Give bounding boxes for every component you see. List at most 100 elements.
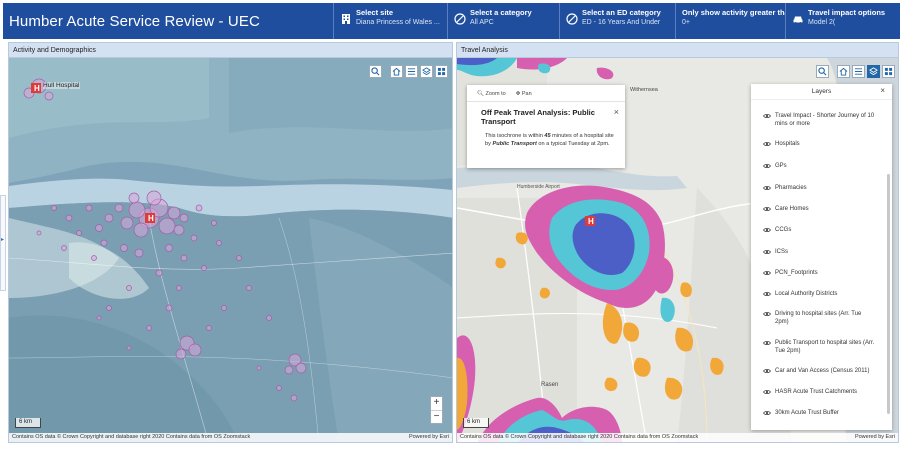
zoom-control: + − <box>430 396 443 424</box>
activity-threshold-dropdown[interactable]: Only show activity greater than 0+ <box>675 3 785 39</box>
svg-text:H: H <box>34 84 40 93</box>
layer-item[interactable]: Car and Van Access (Census 2011) <box>763 367 875 375</box>
eye-icon[interactable] <box>763 368 771 374</box>
car-icon <box>793 16 803 24</box>
eye-icon[interactable] <box>763 270 771 276</box>
eye-icon[interactable] <box>763 291 771 297</box>
select-ed-category-value: ED - 16 Years And Under <box>582 19 661 26</box>
popup-body: This isochrone is within 45 minutes of a… <box>467 126 625 148</box>
layer-item[interactable]: Driving to hospital sites (Arr. Tue 2pm) <box>763 310 875 326</box>
layer-item[interactable]: Pharmacies <box>763 184 875 192</box>
layer-item[interactable]: CCGs <box>763 226 875 234</box>
layer-item[interactable]: Local Authority Districts <box>763 290 875 298</box>
app-title: Humber Acute Service Review - UEC <box>9 12 260 30</box>
layer-label: 30km Acute Trust Buffer <box>775 410 839 416</box>
app-root: Humber Acute Service Review - UEC Select… <box>0 0 903 450</box>
eye-icon[interactable] <box>763 113 771 119</box>
layer-label: Driving to hospital sites (Arr. Tue 2pm) <box>775 311 862 325</box>
select-site-value: Diana Princess of Wales ... <box>356 19 440 26</box>
pan-label: Pan <box>521 91 532 97</box>
layer-label: GPs <box>775 163 787 169</box>
layer-item[interactable]: 30km Acute Trust Buffer <box>763 409 875 417</box>
search-icon <box>371 67 380 76</box>
map-attribution: Contains OS data © Crown Copyright and d… <box>9 433 452 442</box>
eye-icon[interactable] <box>763 340 771 346</box>
attribution-text: Contains OS data © Crown Copyright and d… <box>12 434 251 440</box>
layers-icon <box>422 67 431 76</box>
layer-item[interactable]: ICSs <box>763 248 875 256</box>
scale-bar: 6 km <box>15 418 41 428</box>
layer-item[interactable]: GPs <box>763 162 875 170</box>
basemap-button[interactable] <box>882 65 895 78</box>
layers-close-button[interactable]: × <box>880 86 885 95</box>
activity-map[interactable]: H H Hull Hospital + − 6 km Contains OS d… <box>9 58 452 442</box>
travel-analysis-panel: Travel Analysis H Withernsea Humberside … <box>456 42 899 443</box>
search-button[interactable] <box>816 65 829 78</box>
select-site-dropdown[interactable]: Select site Diana Princess of Wales ... <box>333 3 447 39</box>
map-toolbar <box>369 65 448 78</box>
select-category-dropdown[interactable]: Select a category All APC <box>447 3 559 39</box>
layer-label: Hospitals <box>775 141 800 147</box>
eye-icon[interactable] <box>763 185 771 191</box>
eye-icon[interactable] <box>763 141 771 147</box>
map-toolbar <box>816 65 895 78</box>
popup-body-text: This isochrone is within <box>485 133 545 139</box>
eye-icon[interactable] <box>763 311 771 317</box>
map-attribution: Contains OS data © Crown Copyright and d… <box>457 433 898 442</box>
category-icon <box>566 13 578 25</box>
layer-item[interactable]: Travel Impact - Shorter Journey of 10 mi… <box>763 112 875 128</box>
layer-item[interactable]: Hospitals <box>763 140 875 148</box>
map-place-label: Humberside Airport <box>517 184 560 190</box>
search-button[interactable] <box>369 65 382 78</box>
select-ed-category-dropdown[interactable]: Select an ED category ED - 16 Years And … <box>559 3 675 39</box>
feature-popup: 🔍︎ Zoom to ✥ Pan Off Peak Travel Analysi… <box>467 85 625 168</box>
layer-label: Travel Impact - Shorter Journey of 10 mi… <box>775 113 875 127</box>
layers-panel: Layers × Travel Impact - Shorter Journey… <box>751 84 892 430</box>
expand-arrow-icon[interactable]: ▸ <box>1 236 4 243</box>
map-place-label: Hull Hospital <box>43 82 80 89</box>
home-button[interactable] <box>837 65 850 78</box>
eye-icon[interactable] <box>763 249 771 255</box>
layer-label: HASR Acute Trust Catchments <box>775 389 858 395</box>
eye-icon[interactable] <box>763 163 771 169</box>
layer-item[interactable]: Care Homes <box>763 205 875 213</box>
zoom-out-button[interactable]: − <box>431 410 442 423</box>
layer-item[interactable]: Public Transport to hospital sites (Arr.… <box>763 339 875 355</box>
layers-title: Layers <box>751 84 892 100</box>
svg-text:H: H <box>148 214 154 223</box>
legend-button[interactable] <box>852 65 865 78</box>
layers-button[interactable] <box>867 65 880 78</box>
zoom-to-action[interactable]: 🔍︎ Zoom to <box>477 91 506 101</box>
eye-icon[interactable] <box>763 410 771 416</box>
basemap-button[interactable] <box>435 65 448 78</box>
travel-map[interactable]: H Withernsea Humberside Airport Rasen 🔍︎… <box>457 58 898 442</box>
select-site-label: Select site <box>356 8 394 17</box>
layer-item[interactable]: HASR Acute Trust Catchments <box>763 388 875 396</box>
travel-impact-label: Travel impact options <box>808 8 886 17</box>
collapsed-side-panel[interactable]: ▸ <box>0 195 6 291</box>
legend-button[interactable] <box>405 65 418 78</box>
popup-close-button[interactable]: × <box>614 107 619 117</box>
zoom-in-button[interactable]: + <box>431 397 442 410</box>
home-button[interactable] <box>390 65 403 78</box>
activity-threshold-value: 0+ <box>682 19 690 26</box>
layers-scrollbar[interactable] <box>887 174 890 414</box>
pan-action[interactable]: ✥ Pan <box>516 91 532 101</box>
layer-label: PCN_Footprints <box>775 270 818 276</box>
eye-icon[interactable] <box>763 227 771 233</box>
panel-title: Travel Analysis <box>457 43 898 58</box>
layer-label: Public Transport to hospital sites (Arr.… <box>775 340 875 354</box>
layer-label: Car and Van Access (Census 2011) <box>775 368 870 374</box>
powered-by-esri[interactable]: Powered by Esri <box>409 433 449 442</box>
eye-icon[interactable] <box>763 206 771 212</box>
panel-title: Activity and Demographics <box>9 43 452 58</box>
layers-button[interactable] <box>420 65 433 78</box>
powered-by-esri[interactable]: Powered by Esri <box>855 433 895 442</box>
popup-title: Off Peak Travel Analysis: Public Transpo… <box>481 108 595 126</box>
grid-icon <box>437 67 446 76</box>
eye-icon[interactable] <box>763 389 771 395</box>
layer-item[interactable]: PCN_Footprints <box>763 269 875 277</box>
travel-impact-dropdown[interactable]: Travel impact options Model 2( <box>785 3 900 39</box>
search-icon <box>818 67 827 76</box>
popup-actions: 🔍︎ Zoom to ✥ Pan <box>467 85 625 102</box>
